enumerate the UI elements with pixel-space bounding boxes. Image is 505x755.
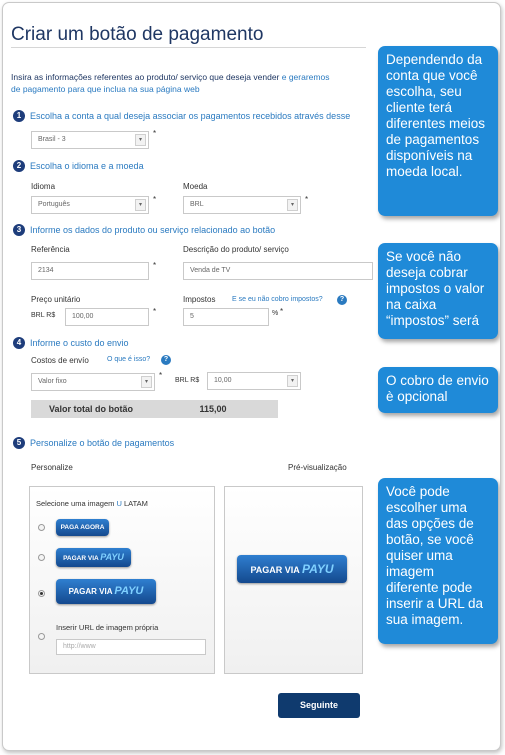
taxes-label: Impostos bbox=[183, 295, 216, 304]
custom-url-label: Inserir URL de imagem própria bbox=[56, 623, 159, 632]
shipping-help-link[interactable]: O que é isso? bbox=[107, 356, 150, 363]
preview-label: Pré-visualização bbox=[288, 463, 347, 472]
custom-url-input[interactable]: http://www bbox=[56, 639, 206, 655]
unit-price-prefix: BRL R$ bbox=[31, 312, 56, 319]
required-mark: * bbox=[153, 195, 157, 204]
required-mark: * bbox=[153, 261, 157, 270]
payu-logo-large: PAYU bbox=[114, 585, 144, 597]
step-4-badge: 4 bbox=[13, 337, 25, 349]
chevron-down-icon: ▾ bbox=[135, 199, 146, 211]
taxes-input[interactable]: 5 bbox=[183, 308, 269, 326]
option-pagar-via-payu-large[interactable]: PAGAR VIA PAYU bbox=[56, 579, 156, 604]
shipping-value: 10,00 bbox=[214, 377, 232, 384]
payu-logo-small: PAYU bbox=[100, 552, 124, 562]
page-title: Criar um botão de pagamento bbox=[11, 24, 264, 45]
account-select[interactable]: Brasil - 3 ▾ bbox=[31, 131, 149, 149]
preview-button-text: PAGAR VIA bbox=[250, 565, 302, 575]
option-2-text: PAGAR VIA bbox=[63, 555, 101, 562]
tip-shipping: O cobro de envio è opcional bbox=[378, 367, 498, 413]
language-select[interactable]: Português ▾ bbox=[31, 196, 149, 214]
step-5-label: Personalize o botão de pagamentos bbox=[30, 438, 175, 448]
shipping-label: Costos de envío bbox=[31, 356, 89, 365]
select-image-text: Selecione uma imagem bbox=[36, 499, 117, 508]
radio-option-custom[interactable] bbox=[38, 633, 45, 640]
tip-button-options: Você pode escolher uma das opções de bot… bbox=[378, 478, 498, 644]
help-icon[interactable]: ? bbox=[161, 355, 171, 365]
personalize-label: Personalize bbox=[31, 463, 73, 472]
currency-select[interactable]: BRL ▾ bbox=[183, 196, 301, 214]
step-2-badge: 2 bbox=[13, 160, 25, 172]
unit-price-label: Preço unitário bbox=[31, 295, 81, 304]
description-input[interactable]: Venda de TV bbox=[183, 262, 373, 280]
reference-input[interactable]: 2134 bbox=[31, 262, 149, 280]
step-1-badge: 1 bbox=[13, 110, 25, 122]
step-2-label: Escolha o idioma e a moeda bbox=[30, 161, 144, 171]
required-mark: * bbox=[153, 307, 157, 316]
shipping-type-select[interactable]: Valor fixo ▾ bbox=[31, 373, 155, 391]
total-value: 115,00 bbox=[199, 404, 227, 414]
required-mark: * bbox=[159, 371, 163, 380]
step-4-label: Informe o custo do envio bbox=[30, 338, 129, 348]
shipping-value-input[interactable]: 10,00 ▾ bbox=[207, 372, 301, 390]
help-icon[interactable]: ? bbox=[337, 295, 347, 305]
chevron-down-icon: ▾ bbox=[287, 375, 298, 387]
payu-logo-preview: PAYU bbox=[301, 562, 334, 576]
radio-option-2[interactable] bbox=[38, 554, 45, 561]
language-select-value: Português bbox=[38, 201, 70, 208]
shipping-type-value: Valor fixo bbox=[38, 378, 67, 385]
currency-label: Moeda bbox=[183, 182, 208, 191]
step-5-badge: 5 bbox=[13, 437, 25, 449]
step-3-badge: 3 bbox=[13, 224, 25, 236]
select-image-rest: LATAM bbox=[121, 499, 148, 508]
intro-text-highlight: e geraremos bbox=[281, 72, 330, 82]
option-paga-agora-button[interactable]: PAGA AGORA bbox=[56, 519, 109, 536]
radio-option-1[interactable] bbox=[38, 524, 45, 531]
required-mark: * bbox=[280, 307, 284, 316]
language-label: Idioma bbox=[31, 182, 56, 191]
intro-text: Insira as informações referentes ao prod… bbox=[11, 71, 371, 95]
unit-price-input[interactable]: 100,00 bbox=[65, 308, 149, 326]
chevron-down-icon: ▾ bbox=[135, 134, 146, 146]
select-image-label: Selecione uma imagem U LATAM bbox=[36, 499, 148, 508]
title-divider bbox=[11, 47, 366, 48]
step-3-label: Informe os dados do produto ou serviço r… bbox=[30, 225, 276, 235]
required-mark: * bbox=[305, 195, 309, 204]
tip-taxes: Se você não deseja cobrar impostos o val… bbox=[378, 243, 498, 339]
reference-label: Referência bbox=[31, 245, 70, 254]
total-label: Valor total do botão bbox=[48, 404, 133, 414]
preview-pay-button: PAGAR VIA PAYU bbox=[237, 555, 347, 583]
option-1-text: PAGA AGORA bbox=[60, 524, 105, 531]
chevron-down-icon: ▾ bbox=[141, 376, 152, 388]
option-3-text: PAGAR VIA bbox=[68, 587, 115, 596]
intro-text-main: Insira as informações referentes ao prod… bbox=[11, 72, 282, 82]
required-mark: * bbox=[153, 129, 157, 138]
radio-option-3[interactable] bbox=[38, 590, 45, 597]
window-frame: Criar um botão de pagamento Insira as in… bbox=[2, 2, 501, 751]
description-label: Descrição do produto/ serviço bbox=[183, 245, 289, 254]
option-pagar-via-payu-small[interactable]: PAGAR VIA PAYU bbox=[56, 548, 131, 567]
next-button[interactable]: Seguinte bbox=[278, 693, 360, 718]
tip-account: Dependendo da conta que você escolha, se… bbox=[378, 46, 498, 216]
account-select-value: Brasil - 3 bbox=[38, 136, 66, 143]
chevron-down-icon: ▾ bbox=[287, 199, 298, 211]
step-1-label: Escolha a conta a qual deseja associar o… bbox=[30, 111, 351, 121]
taxes-suffix: % bbox=[272, 310, 279, 317]
intro-text-line2: de pagamento para que inclua na sua pági… bbox=[11, 84, 200, 94]
taxes-help-link[interactable]: E se eu não cobro impostos? bbox=[232, 296, 323, 303]
currency-select-value: BRL bbox=[190, 201, 204, 208]
shipping-prefix: BRL R$ bbox=[175, 377, 200, 384]
